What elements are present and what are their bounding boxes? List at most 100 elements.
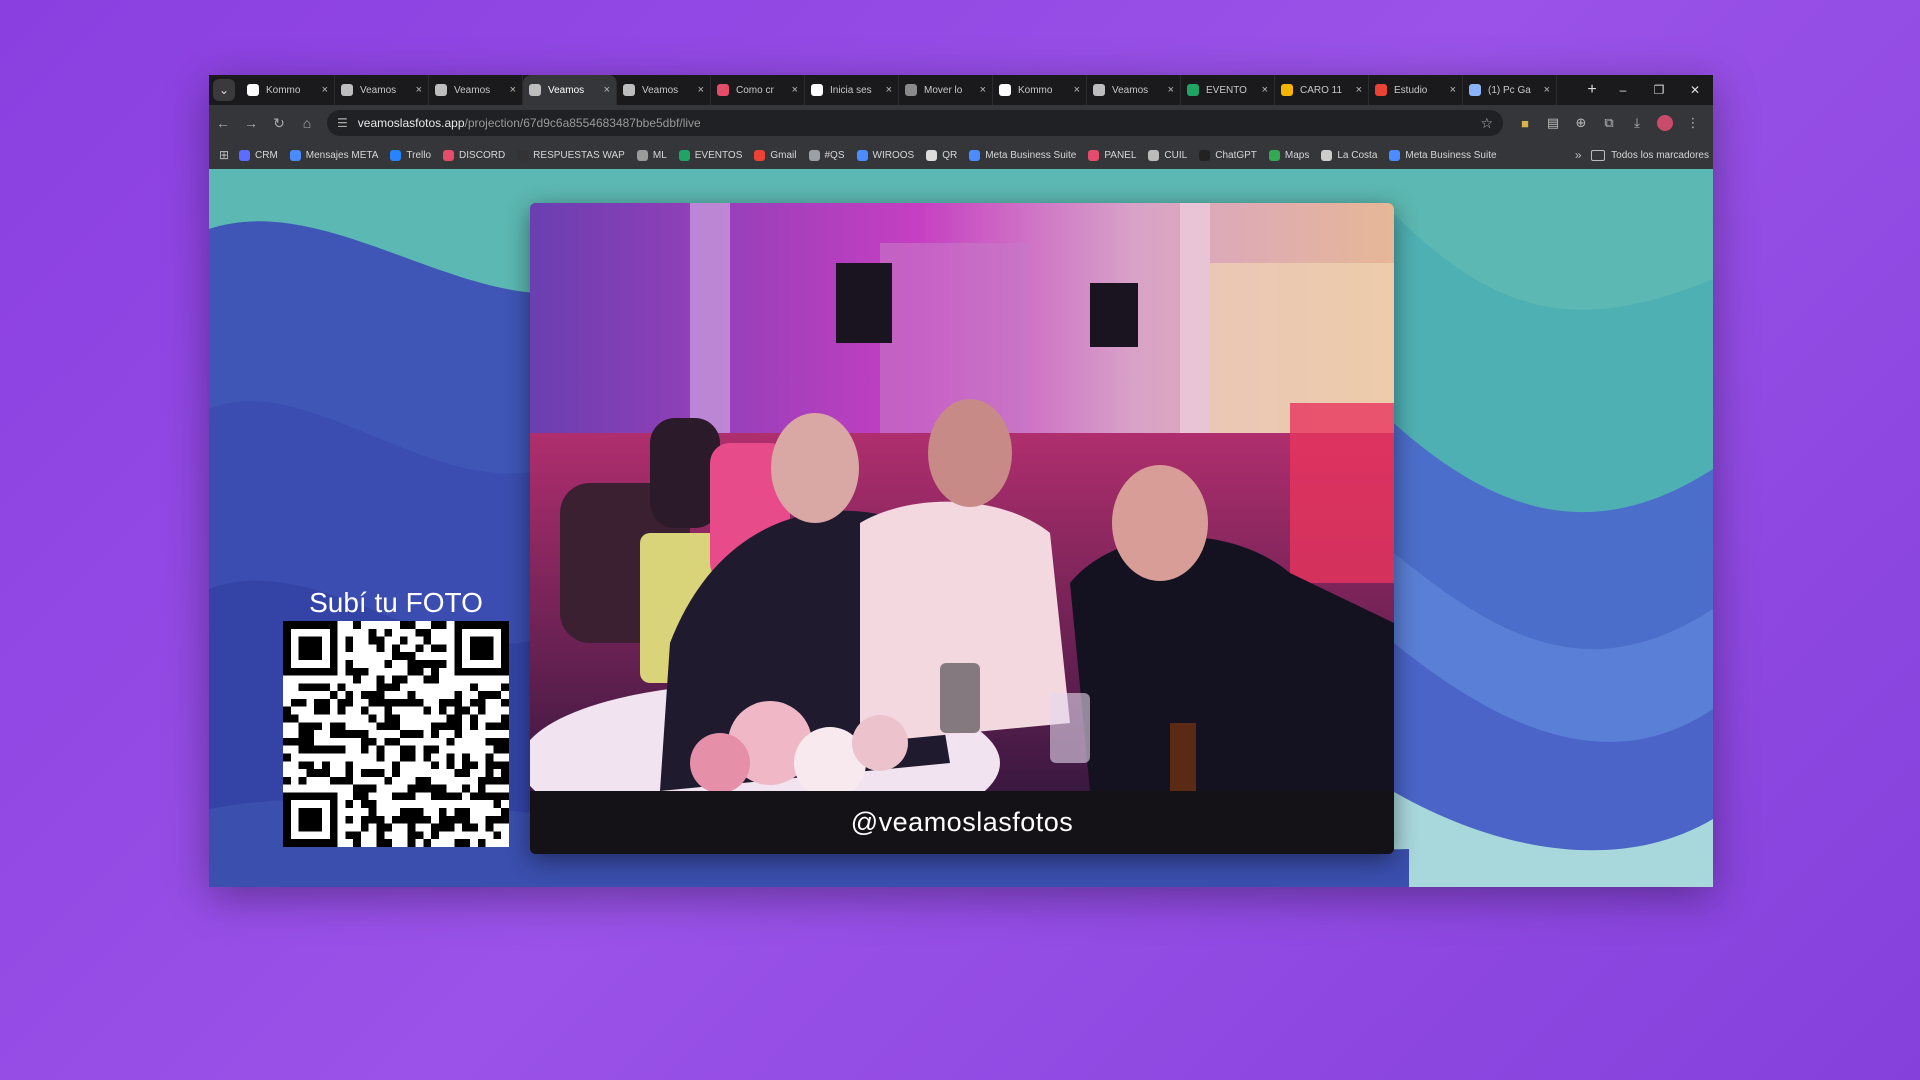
bookmark-item[interactable]: QR bbox=[926, 149, 957, 161]
extension-icon[interactable]: ■ bbox=[1511, 116, 1539, 131]
tab-0[interactable]: Kommo × bbox=[241, 75, 335, 105]
tab-favicon-icon bbox=[1093, 84, 1105, 96]
tab-close-icon[interactable]: × bbox=[604, 84, 610, 96]
bookmark-label: Meta Business Suite bbox=[1405, 149, 1497, 161]
photo-caption: @veamoslasfotos bbox=[530, 791, 1394, 854]
restore-icon[interactable]: ❐ bbox=[1641, 83, 1677, 97]
tab-close-icon[interactable]: × bbox=[1168, 84, 1174, 96]
tab-title: EVENTO bbox=[1206, 84, 1247, 96]
tab-title: CARO 11 bbox=[1300, 84, 1343, 96]
tab-4[interactable]: Veamos × bbox=[617, 75, 711, 105]
tab-close-icon[interactable]: × bbox=[1262, 84, 1268, 96]
site-settings-icon[interactable]: ☰ bbox=[337, 116, 348, 130]
tab-close-icon[interactable]: × bbox=[792, 84, 798, 96]
back-icon[interactable]: ← bbox=[209, 115, 237, 131]
bookmark-item[interactable]: Trello bbox=[390, 149, 432, 161]
tab-title: Kommo bbox=[1018, 84, 1053, 96]
tab-close-icon[interactable]: × bbox=[416, 84, 422, 96]
tab-close-icon[interactable]: × bbox=[322, 84, 328, 96]
bookmark-favicon-icon bbox=[1199, 149, 1211, 161]
close-window-icon[interactable]: ✕ bbox=[1677, 83, 1713, 97]
tab-8[interactable]: Kommo × bbox=[993, 75, 1087, 105]
tab-close-icon[interactable]: × bbox=[1356, 84, 1362, 96]
bookmark-item[interactable]: DISCORD bbox=[443, 149, 505, 161]
bookmark-favicon-icon bbox=[289, 149, 301, 161]
url-host: veamoslasfotos.app bbox=[357, 116, 465, 130]
bookmark-item[interactable]: ML bbox=[636, 149, 667, 161]
bookmark-favicon-icon bbox=[969, 149, 981, 161]
upload-photo-title: Subí tu FOTO bbox=[309, 587, 483, 618]
bookmark-item[interactable]: WIROOS bbox=[856, 149, 914, 161]
download-icon[interactable]: ⤓ bbox=[1623, 115, 1651, 131]
tab-2[interactable]: Veamos × bbox=[429, 75, 523, 105]
tab-favicon-icon bbox=[1375, 84, 1387, 96]
bookmark-item[interactable]: Meta Business Suite bbox=[1389, 149, 1497, 161]
tab-title: Como cr bbox=[736, 84, 774, 96]
event-photo bbox=[530, 203, 1394, 791]
tab-close-icon[interactable]: × bbox=[1450, 84, 1456, 96]
address-bar[interactable]: ☰ veamoslasfotos.app/projection/67d9c6a8… bbox=[327, 110, 1503, 136]
bookmark-label: Trello bbox=[406, 149, 432, 161]
more-bookmarks-icon[interactable]: » bbox=[1565, 148, 1591, 162]
tab-favicon-icon bbox=[623, 84, 635, 96]
tab-3[interactable]: Veamos × bbox=[523, 75, 617, 105]
qr-code[interactable] bbox=[283, 621, 509, 847]
tab-strip: ⌄ Kommo × Veamos × Veamos × Veamos × Veamos × Como… bbox=[209, 75, 1713, 105]
apps-grid-icon[interactable]: ⊞ bbox=[209, 148, 239, 162]
tab-groups-icon[interactable]: ▤ bbox=[1539, 115, 1567, 131]
tab-7[interactable]: Mover lo × bbox=[899, 75, 993, 105]
tab-close-icon[interactable]: × bbox=[510, 84, 516, 96]
bookmark-item[interactable]: PANEL bbox=[1088, 149, 1136, 161]
all-bookmarks-button[interactable]: Todos los marcadores bbox=[1591, 149, 1709, 161]
tab-6[interactable]: Inicia ses × bbox=[805, 75, 899, 105]
minimize-icon[interactable]: – bbox=[1605, 83, 1641, 97]
tab-title: Estudio bbox=[1394, 84, 1428, 96]
tab-11[interactable]: CARO 11 × bbox=[1275, 75, 1369, 105]
tab-title: Veamos bbox=[642, 84, 679, 96]
extension-2-icon[interactable]: ⊕ bbox=[1567, 115, 1595, 131]
tab-9[interactable]: Veamos × bbox=[1087, 75, 1181, 105]
tab-1[interactable]: Veamos × bbox=[335, 75, 429, 105]
bookmark-star-icon[interactable]: ☆ bbox=[1480, 115, 1493, 132]
menu-dots-icon[interactable]: ⋮ bbox=[1679, 115, 1707, 131]
bookmark-item[interactable]: Mensajes META bbox=[289, 149, 378, 161]
bookmark-favicon-icon bbox=[1389, 149, 1401, 161]
tab-close-icon[interactable]: × bbox=[1544, 84, 1550, 96]
tab-search-icon[interactable]: ⌄ bbox=[213, 79, 235, 101]
tab-favicon-icon bbox=[247, 84, 259, 96]
bookmark-favicon-icon bbox=[926, 149, 938, 161]
bookmark-item[interactable]: EVENTOS bbox=[678, 149, 742, 161]
profile-avatar[interactable] bbox=[1657, 115, 1673, 131]
bookmark-label: Maps bbox=[1284, 149, 1310, 161]
new-tab-button[interactable]: + bbox=[1579, 81, 1605, 99]
bookmark-favicon-icon bbox=[636, 149, 648, 161]
bookmark-item[interactable]: Meta Business Suite bbox=[969, 149, 1077, 161]
toolbar-icons: ■ ▤ ⊕ ⧉ ⤓ ⋮ bbox=[1511, 115, 1707, 131]
tab-13[interactable]: (1) Pc Ga × bbox=[1463, 75, 1557, 105]
bookmark-item[interactable]: CRM bbox=[239, 149, 278, 161]
bookmark-item[interactable]: Maps bbox=[1268, 149, 1310, 161]
bookmark-item[interactable]: La Costa bbox=[1321, 149, 1377, 161]
extensions-puzzle-icon[interactable]: ⧉ bbox=[1595, 115, 1623, 131]
tab-favicon-icon bbox=[529, 84, 541, 96]
tab-favicon-icon bbox=[905, 84, 917, 96]
bookmark-item[interactable]: CUIL bbox=[1148, 149, 1187, 161]
home-icon[interactable]: ⌂ bbox=[293, 115, 321, 131]
tab-close-icon[interactable]: × bbox=[698, 84, 704, 96]
tab-close-icon[interactable]: × bbox=[886, 84, 892, 96]
tab-title: (1) Pc Ga bbox=[1488, 84, 1531, 96]
tab-favicon-icon bbox=[341, 84, 353, 96]
tab-close-icon[interactable]: × bbox=[980, 84, 986, 96]
bookmark-item[interactable]: Gmail bbox=[754, 149, 797, 161]
forward-icon[interactable]: → bbox=[237, 115, 265, 131]
bookmark-item[interactable]: RESPUESTAS WAP bbox=[517, 149, 625, 161]
bookmark-item[interactable]: ChatGPT bbox=[1199, 149, 1257, 161]
reload-icon[interactable]: ↻ bbox=[265, 115, 293, 132]
tab-close-icon[interactable]: × bbox=[1074, 84, 1080, 96]
tab-5[interactable]: Como cr × bbox=[711, 75, 805, 105]
tab-favicon-icon bbox=[811, 84, 823, 96]
bookmark-item[interactable]: #QS bbox=[808, 149, 845, 161]
tab-12[interactable]: Estudio × bbox=[1369, 75, 1463, 105]
tab-10[interactable]: EVENTO × bbox=[1181, 75, 1275, 105]
bookmark-label: Meta Business Suite bbox=[985, 149, 1077, 161]
